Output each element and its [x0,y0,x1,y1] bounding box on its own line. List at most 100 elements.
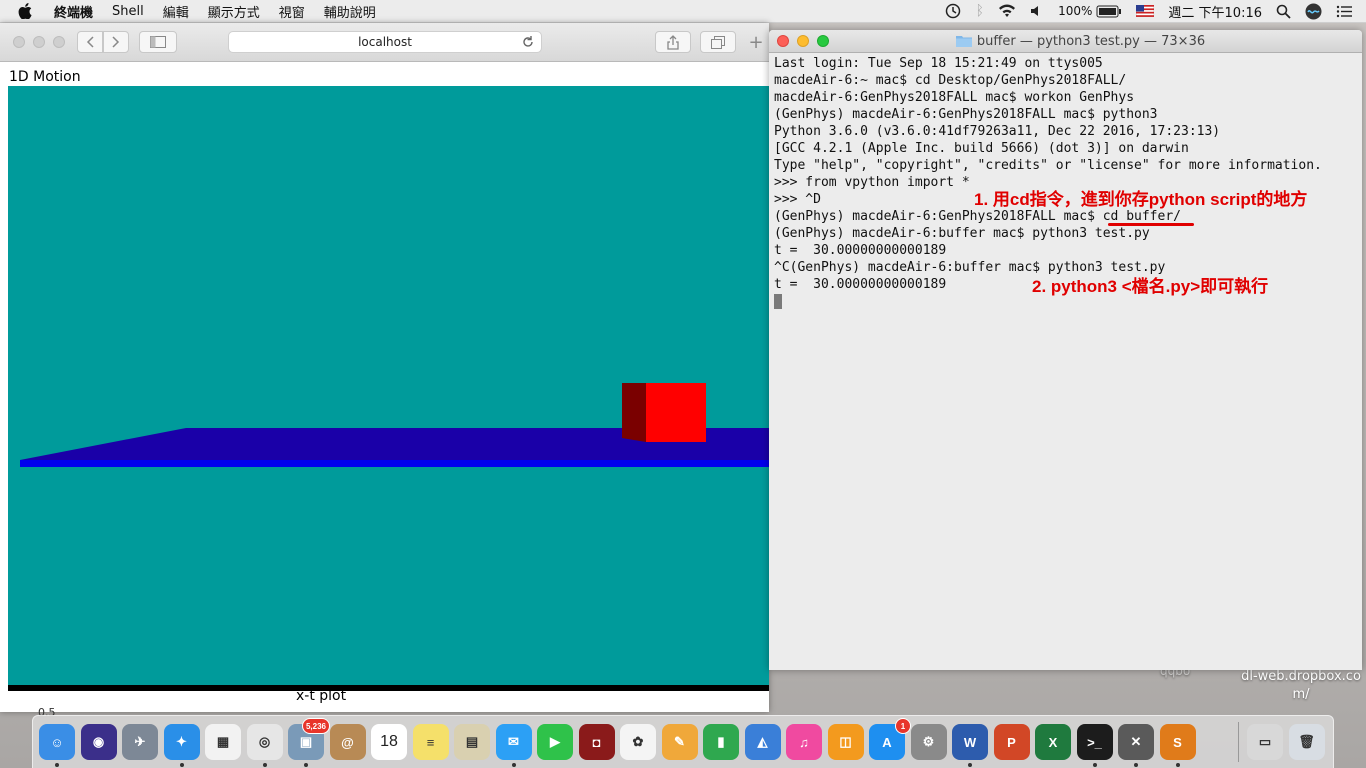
documents-folder-glyph: ▭ [1258,734,1272,749]
menubar-clock[interactable]: 週二 下午10:16 [1168,2,1262,21]
terminal-glyph: >_ [1087,734,1102,750]
trash-icon[interactable]: 🗑 [1288,724,1325,760]
ibooks-icon[interactable]: ◫ [827,724,864,760]
safari-icon[interactable]: ✦ [163,724,200,760]
photo-booth-icon[interactable]: ◘ [578,724,615,760]
running-indicator [304,763,308,767]
page-heading: 1D Motion [9,69,81,85]
app-grid-icon[interactable]: ▦ [205,724,241,760]
back-button[interactable] [77,31,103,53]
menu-help[interactable]: 輔助說明 [324,2,376,21]
photo-booth-glyph: ◘ [592,734,601,750]
menu-terminal[interactable]: 終端機 [54,2,93,21]
contacts-icon[interactable]: @ [329,724,366,760]
calendar-glyph: 18 [380,733,398,750]
new-tab-plus-icon[interactable]: + [744,31,768,53]
photo-utility-glyph: ▣ [299,734,313,749]
sidebar-toggle-button[interactable] [139,31,177,53]
terminal-close-button[interactable] [777,35,789,47]
menu-window[interactable]: 視窗 [279,2,305,21]
vpython-3d-canvas[interactable] [8,86,769,685]
terminal-icon[interactable]: >_ [1076,724,1113,760]
share-icon [667,34,679,50]
reload-icon[interactable] [521,35,535,49]
sublime-text-icon[interactable]: S [1159,724,1196,760]
calendar-icon[interactable]: 18 [371,724,407,760]
annotation-underline [1108,223,1194,226]
terminal-output[interactable]: Last login: Tue Sep 18 15:21:49 on ttys0… [774,55,1359,309]
box-side-face [622,383,646,442]
desktop-file-name: dl-web.dropbox.com/ [1241,669,1361,702]
notification-badge: 5,236 [301,718,330,734]
share-button[interactable] [655,31,691,53]
spotlight-search-icon[interactable] [1276,4,1291,19]
preview-icon[interactable]: ▤ [454,724,490,760]
folder-icon [955,36,972,47]
notes-icon[interactable]: ≡ [412,724,449,760]
word-icon[interactable]: W [952,724,988,760]
launchpad-icon[interactable]: ✈ [122,724,158,760]
terminal-line: (GenPhys) macdeAir-6:GenPhys2018FALL mac… [774,107,1158,122]
facetime-icon[interactable]: ▶ [537,724,573,760]
excel-glyph: X [1048,734,1058,750]
address-bar[interactable]: localhost [228,31,542,53]
siri-menubar-icon[interactable] [1305,3,1322,20]
siri-glyph: ◉ [92,734,105,749]
menu-shell[interactable]: Shell [112,4,144,19]
terminal-window: buffer — python3 test.py — 73×36 Last lo… [769,30,1362,670]
tabs-overview-button[interactable] [700,31,736,53]
tabs-icon [711,35,725,49]
notebook-icon[interactable]: ✎ [661,724,698,760]
input-source-flag-icon[interactable] [1136,5,1155,17]
running-indicator [55,763,59,767]
facetime-glyph: ▶ [550,734,560,749]
excel-icon[interactable]: X [1035,724,1071,760]
wifi-icon[interactable] [998,4,1016,18]
word-glyph: W [963,734,977,750]
running-indicator [179,763,184,767]
running-indicator [1134,763,1138,767]
menu-view[interactable]: 顯示方式 [208,2,260,21]
browser-close-button[interactable] [13,36,25,48]
x11-icon[interactable]: ✕ [1118,724,1154,760]
browser-zoom-button[interactable] [53,36,65,48]
documents-folder-icon[interactable]: ▭ [1247,724,1283,760]
numbers-icon[interactable]: ▮ [703,724,739,760]
notification-center-icon[interactable] [1336,5,1352,18]
finder-glyph: ☺ [50,734,64,750]
terminal-minimize-button[interactable] [797,35,809,47]
terminal-zoom-button[interactable] [817,35,829,47]
app-store-glyph: A [882,734,892,750]
browser-window: localhost + 1D Motion x-t plot 0.5 [0,23,769,719]
terminal-line: [GCC 4.2.1 (Apple Inc. build 5666) (dot … [774,141,1189,156]
notebook-glyph: ✎ [674,734,685,749]
system-preferences-icon[interactable]: ⚙ [910,724,947,760]
terminal-title: buffer — python3 test.py — 73×36 [976,33,1206,49]
terminal-line: (GenPhys) macdeAir-6:GenPhys2018FALL mac… [774,209,1181,224]
photo-utility-icon[interactable]: ▣ 5,236 [288,718,330,760]
running-indicator [1175,763,1180,767]
volume-icon[interactable] [1030,4,1044,18]
terminal-line: macdeAir-6:~ mac$ cd Desktop/GenPhys2018… [774,73,1127,88]
battery-icon[interactable] [1096,5,1122,18]
chrome-glyph: ◎ [258,734,271,749]
messages-icon[interactable]: ✉ [495,724,532,760]
apple-menu-icon[interactable] [18,2,36,20]
desktop-file-label[interactable]: qqbo dl-web.dropbox.com/ [1160,664,1366,704]
chrome-icon[interactable]: ◎ [246,724,283,760]
app-store-icon[interactable]: A1 [869,718,911,760]
forward-button[interactable] [103,31,129,53]
bluetooth-icon[interactable]: ᛒ [976,3,984,19]
powerpoint-icon[interactable]: P [993,724,1030,760]
time-machine-icon[interactable] [944,3,962,19]
keynote-icon[interactable]: ◭ [744,724,781,760]
menu-edit[interactable]: 編輯 [163,2,189,21]
siri-icon[interactable]: ◉ [80,724,117,760]
finder-icon[interactable]: ☺ [39,724,75,760]
itunes-icon[interactable]: ♫ [786,724,822,760]
messages-glyph: ✉ [508,734,519,749]
browser-minimize-button[interactable] [33,36,45,48]
photos-icon[interactable]: ✿ [620,724,656,760]
dock-separator [1238,722,1239,762]
photos-glyph: ✿ [632,734,644,749]
